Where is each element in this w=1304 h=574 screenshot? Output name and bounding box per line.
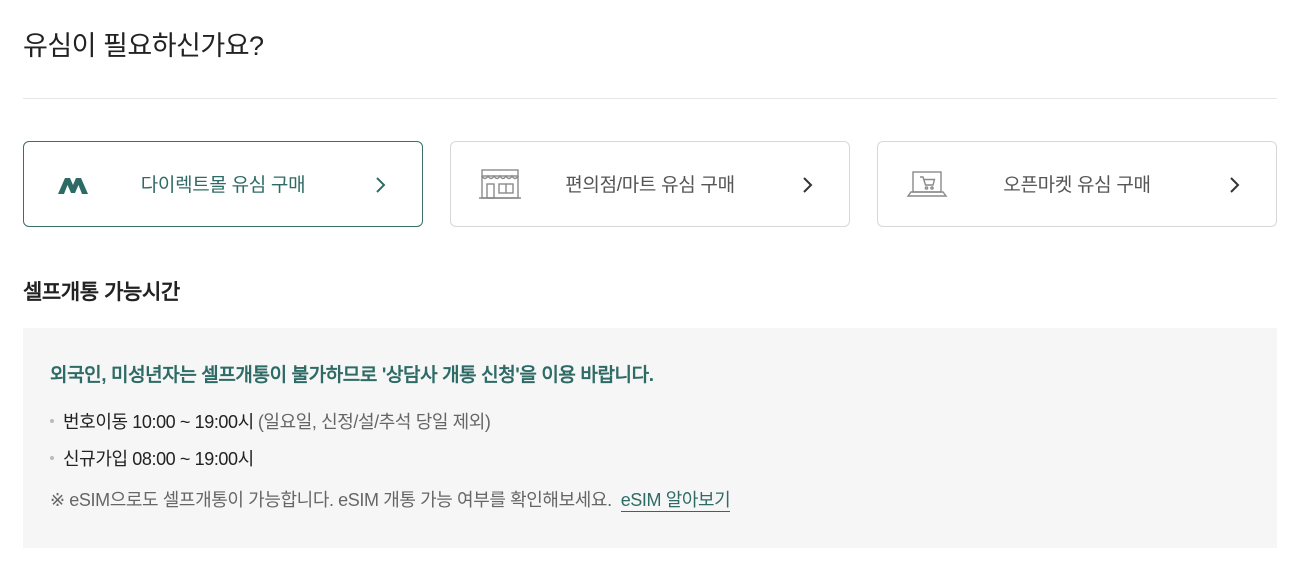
open-market-usim-button[interactable]: 오픈마켓 유심 구매 [877,141,1277,227]
bullet-icon [50,419,54,424]
esim-learn-more-link[interactable]: eSIM 알아보기 [620,490,731,512]
hours-exception: (일요일, 신정/설/추석 당일 제외) [257,412,491,432]
convenience-store-usim-button[interactable]: 편의점/마트 유심 구매 [450,141,850,227]
direct-mall-label: 다이렉트몰 유심 구매 [140,175,306,196]
esim-note-text: ※ eSIM으로도 셀프개통이 가능합니다. eSIM 개통 가능 여부를 확인… [50,490,612,510]
chevron-right-icon [374,175,388,195]
hours-label: 번호이동 10:00 ~ 19:00시 [63,412,254,432]
open-market-label: 오픈마켓 유심 구매 [1003,175,1151,196]
purchase-options: 다이렉트몰 유심 구매 편의점/마트 유심 구매 오픈마켓 유심 구매 [23,141,1277,227]
chevron-right-icon [1228,175,1242,195]
chevron-right-icon [801,175,815,195]
divider [23,98,1277,99]
page-title: 유심이 필요하신가요? [23,31,264,61]
self-activation-title: 셀프개통 가능시간 [23,281,180,304]
self-activation-info: 외국인, 미성년자는 셀프개통이 불가하므로 '상담사 개통 신청'을 이용 바… [23,328,1277,548]
esim-note: ※ eSIM으로도 셀프개통이 가능합니다. eSIM 개통 가능 여부를 확인… [50,486,731,512]
hours-item: 신규가입 08:00 ~ 19:00시 [50,445,254,471]
direct-mall-usim-button[interactable]: 다이렉트몰 유심 구매 [23,141,423,227]
convenience-store-label: 편의점/마트 유심 구매 [565,175,735,196]
foreigner-minor-notice: 외국인, 미성년자는 셀프개통이 불가하므로 '상담사 개통 신청'을 이용 바… [50,365,654,386]
hours-label: 신규가입 08:00 ~ 19:00시 [63,449,254,469]
hours-item: 번호이동 10:00 ~ 19:00시 (일요일, 신정/설/추석 당일 제외) [50,408,491,434]
bullet-icon [50,456,54,461]
